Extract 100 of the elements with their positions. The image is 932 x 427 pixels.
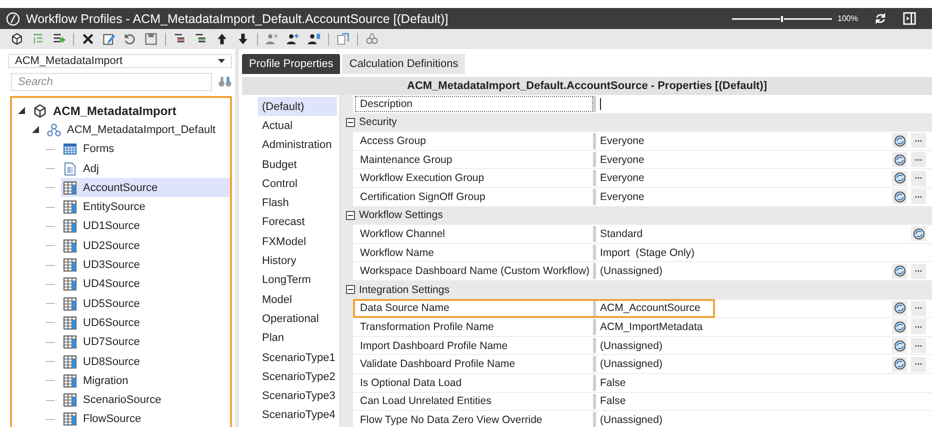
cube-icon[interactable] <box>10 32 24 46</box>
tree-item[interactable]: EntitySource <box>61 198 230 217</box>
edit-icon[interactable] <box>102 32 116 46</box>
zoom-slider[interactable] <box>732 16 832 22</box>
tree-item[interactable]: ScenarioSource <box>61 390 230 410</box>
copy-icon[interactable] <box>336 32 350 46</box>
picker-button[interactable] <box>892 319 907 334</box>
scenario-type-item[interactable]: Model <box>258 290 337 310</box>
profile-dropdown[interactable]: ACM_MetadataImport <box>8 54 232 68</box>
property-value[interactable]: False <box>600 376 626 389</box>
ellipsis-icon <box>915 158 922 161</box>
property-name: Certification SignOff Group <box>359 190 486 205</box>
property-name: Is Optional Data Load <box>359 376 463 390</box>
tree-item[interactable]: Migration <box>61 371 230 390</box>
property-value[interactable]: Standard <box>600 228 643 240</box>
collapse-box-icon[interactable] <box>346 118 355 127</box>
up-arrow-icon[interactable] <box>215 32 229 46</box>
search-field[interactable]: Search <box>11 73 212 91</box>
tree-item[interactable]: UD2Source <box>61 236 230 256</box>
property-name: Validate Dashboard Profile Name <box>359 357 516 372</box>
scenario-type-item[interactable]: Budget <box>258 154 337 174</box>
property-value[interactable]: ACM_AccountSource <box>600 302 700 314</box>
tree-item[interactable]: ACM_MetadataImport_Default <box>45 120 230 140</box>
picker-button[interactable] <box>892 356 907 372</box>
tree-item[interactable]: UD5Source <box>61 294 230 314</box>
tree-item[interactable]: UD8Source <box>61 352 230 371</box>
scenario-type-item[interactable]: Operational <box>258 309 337 329</box>
ellipsis-icon <box>915 307 922 310</box>
scenario-type-item[interactable]: ScenarioType1 <box>258 348 337 368</box>
tree-item[interactable]: Forms <box>61 140 230 159</box>
table-icon <box>63 277 77 292</box>
tab[interactable]: Profile Properties <box>242 54 340 74</box>
logo-icon <box>6 12 20 26</box>
scenario-type-item[interactable]: Control <box>258 174 337 194</box>
picker-button[interactable] <box>911 226 926 242</box>
scenario-type-item[interactable]: History <box>258 251 337 271</box>
undo-icon[interactable] <box>123 32 137 46</box>
collapse-triangle-icon[interactable] <box>18 107 25 114</box>
scenario-type-item[interactable]: Flash <box>258 193 337 213</box>
property-value[interactable]: Import (Stage Only) <box>600 246 695 259</box>
binoculars-icon[interactable] <box>218 76 232 88</box>
scenario-type-item[interactable]: ScenarioType4 <box>258 406 337 426</box>
collapse-box-icon[interactable] <box>346 210 355 220</box>
property-name: Data Source Name <box>359 301 450 316</box>
scenario-type-item[interactable]: Plan <box>258 328 337 348</box>
scenario-type-item[interactable]: Administration <box>258 136 337 155</box>
tree-item[interactable]: AccountSource <box>61 178 230 198</box>
picker-button[interactable] <box>892 300 907 316</box>
tree-item[interactable]: UD6Source <box>61 313 230 332</box>
binoculars-icon[interactable] <box>365 32 379 46</box>
user-icon[interactable] <box>307 32 321 46</box>
property-value[interactable]: Everyone <box>600 190 644 203</box>
ellipsis-icon <box>915 177 922 180</box>
scenario-type-item[interactable]: ScenarioType2 <box>258 367 337 386</box>
scenario-type-item[interactable]: Forecast <box>258 212 337 232</box>
group-heading: Workflow Settings <box>359 209 443 222</box>
scenario-type-item[interactable]: FXModel <box>258 232 337 252</box>
collapse-box-icon[interactable] <box>346 285 355 294</box>
panel-icon[interactable] <box>903 12 916 25</box>
scenario-type-item[interactable]: ScenarioType3 <box>258 386 337 406</box>
slider-thumb[interactable] <box>780 16 783 22</box>
delete-icon[interactable] <box>81 32 95 46</box>
property-value[interactable]: (Unassigned) <box>600 414 662 426</box>
picker-button[interactable] <box>892 133 907 148</box>
scenario-type-item[interactable]: (Default) <box>258 97 337 116</box>
property-value[interactable]: Everyone <box>600 172 644 184</box>
tree-item[interactable]: ACM_MetadataImport <box>31 101 230 120</box>
table-icon <box>63 200 77 214</box>
property-value[interactable]: (Unassigned) <box>600 358 662 370</box>
scenario-type-item[interactable]: LongTerm <box>258 270 337 290</box>
scenario-type-item[interactable]: Actual <box>258 116 337 136</box>
picker-button[interactable] <box>892 170 907 186</box>
table-icon <box>63 316 77 330</box>
picker-button[interactable] <box>892 189 907 204</box>
property-value[interactable]: (Unassigned) <box>600 265 662 278</box>
group-heading: Security <box>359 116 397 128</box>
down-arrow-icon[interactable] <box>236 32 250 46</box>
property-value[interactable]: False <box>600 395 626 408</box>
picker-button[interactable] <box>892 152 907 168</box>
tree-item[interactable]: FlowSource <box>61 410 230 427</box>
tree-item[interactable]: Adj <box>61 159 230 178</box>
picker-button[interactable] <box>892 264 907 279</box>
tree-item[interactable]: UD7Source <box>61 332 230 352</box>
property-value[interactable]: Everyone <box>600 134 644 147</box>
ellipsis-icon <box>915 270 922 272</box>
dropdown-caret-icon <box>218 59 225 63</box>
picker-button[interactable] <box>892 338 907 354</box>
property-name: Flow Type No Data Zero View Override <box>359 412 544 427</box>
save-icon[interactable] <box>144 32 158 46</box>
property-value[interactable]: ACM_ImportMetadata <box>600 320 703 333</box>
window-title: Workflow Profiles - ACM_MetadataImport_Default.AccountSource [(Default)] <box>26 12 448 26</box>
tree-item[interactable]: UD4Source <box>61 274 230 294</box>
tree-item[interactable]: UD3Source <box>61 256 230 275</box>
user-icon[interactable] <box>286 32 300 46</box>
property-value[interactable]: Everyone <box>600 154 644 166</box>
tab[interactable]: Calculation Definitions <box>342 54 466 74</box>
collapse-triangle-icon[interactable] <box>32 126 39 134</box>
refresh-icon[interactable] <box>874 12 887 25</box>
property-value[interactable]: (Unassigned) <box>600 340 662 352</box>
tree-item[interactable]: UD1Source <box>61 216 230 236</box>
